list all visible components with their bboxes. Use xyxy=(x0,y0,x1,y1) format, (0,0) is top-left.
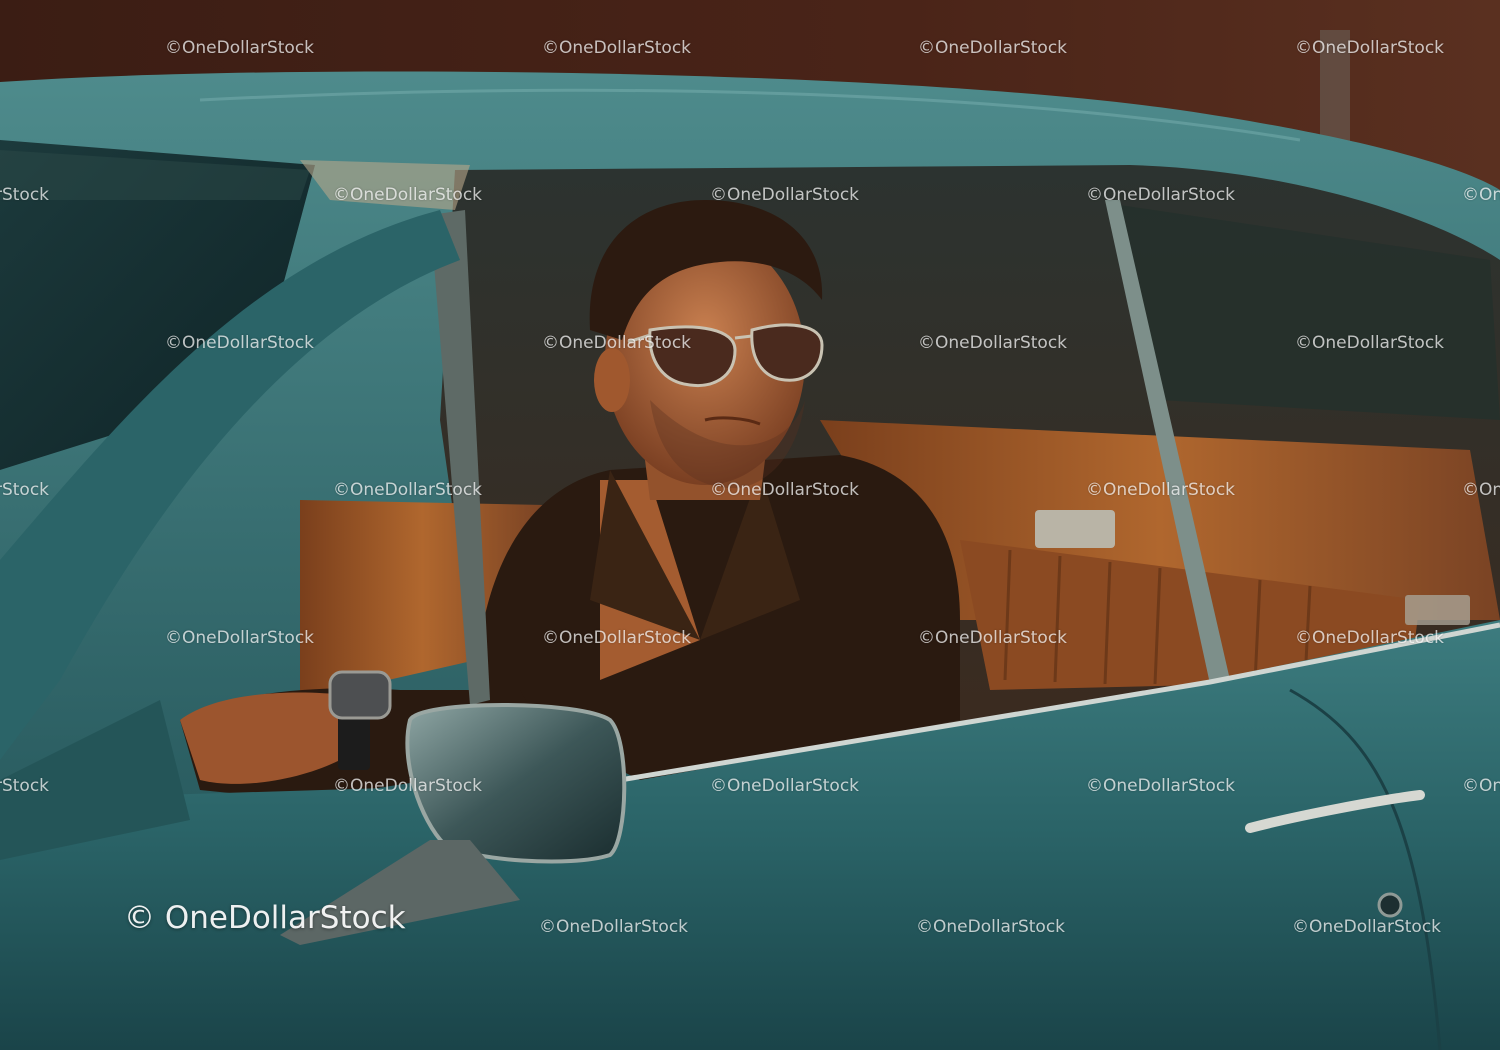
photo-canvas: ©OneDollarStock ©OneDollarStock ©OneDoll… xyxy=(0,0,1500,1050)
watermark-main: © OneDollarStock xyxy=(124,900,406,936)
rear-vent xyxy=(1405,595,1470,625)
door-lock xyxy=(1377,892,1403,918)
ear xyxy=(594,348,630,412)
seat-ashtray xyxy=(1035,510,1115,548)
car-photo xyxy=(0,0,1500,1050)
background-post xyxy=(1320,30,1350,150)
